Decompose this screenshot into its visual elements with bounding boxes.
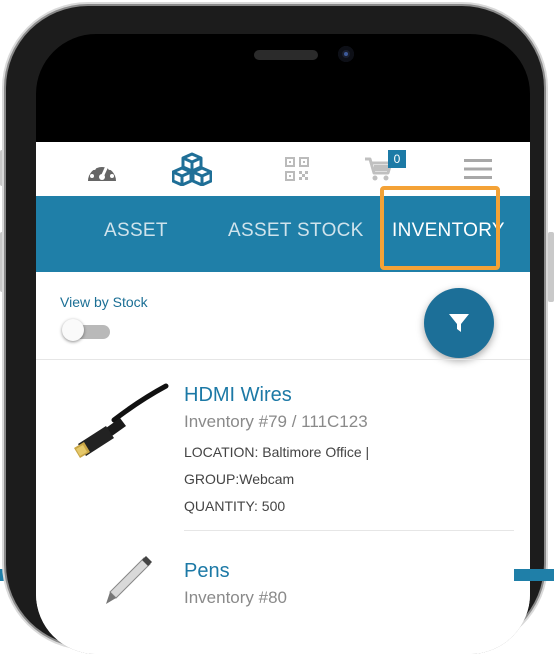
front-camera <box>338 46 354 62</box>
qr-code-icon[interactable] <box>280 152 314 186</box>
tab-asset-stock[interactable]: ASSET STOCK <box>228 220 364 242</box>
list-item[interactable]: HDMI Wires Inventory #79 / 111C123 LOCAT… <box>36 360 530 531</box>
assets-icon[interactable] <box>170 152 214 186</box>
phone-screen-bezel: 0 ASSET ASSET STOCK INVENTORY View by St… <box>36 34 530 654</box>
item-group: GROUP:Webcam <box>184 471 295 487</box>
item-location: LOCATION: Baltimore Office | <box>184 444 370 460</box>
cart-count-badge: 0 <box>388 150 406 168</box>
tab-asset[interactable]: ASSET <box>104 220 168 242</box>
menu-icon[interactable] <box>460 152 496 186</box>
phone-frame: 0 ASSET ASSET STOCK INVENTORY View by St… <box>6 6 544 654</box>
filter-icon <box>449 314 469 332</box>
item-title[interactable]: Pens <box>184 560 230 583</box>
view-by-stock-label: View by Stock <box>60 294 148 310</box>
app-screen: 0 ASSET ASSET STOCK INVENTORY View by St… <box>36 142 530 654</box>
inventory-tab-highlight <box>380 186 500 270</box>
item-divider <box>184 530 514 531</box>
phone-side-button-right <box>548 232 554 302</box>
list-item[interactable]: Pens Inventory #80 <box>36 534 530 654</box>
hdmi-cable-image <box>70 380 170 470</box>
item-subtitle: Inventory #79 / 111C123 <box>184 412 368 431</box>
view-by-stock-toggle[interactable] <box>62 319 112 342</box>
item-quantity: QUANTITY: 500 <box>184 498 286 514</box>
filter-button[interactable] <box>424 288 494 358</box>
background-strip-right <box>514 569 554 581</box>
toggle-knob <box>62 319 84 341</box>
pen-image <box>96 554 156 614</box>
inventory-list-panel: View by Stock HDMI Wires Inventory #79 /… <box>36 272 530 654</box>
dashboard-icon[interactable] <box>82 152 122 186</box>
speaker-grille <box>254 50 318 60</box>
item-subtitle: Inventory #80 <box>184 588 288 607</box>
item-title[interactable]: HDMI Wires <box>184 384 292 407</box>
